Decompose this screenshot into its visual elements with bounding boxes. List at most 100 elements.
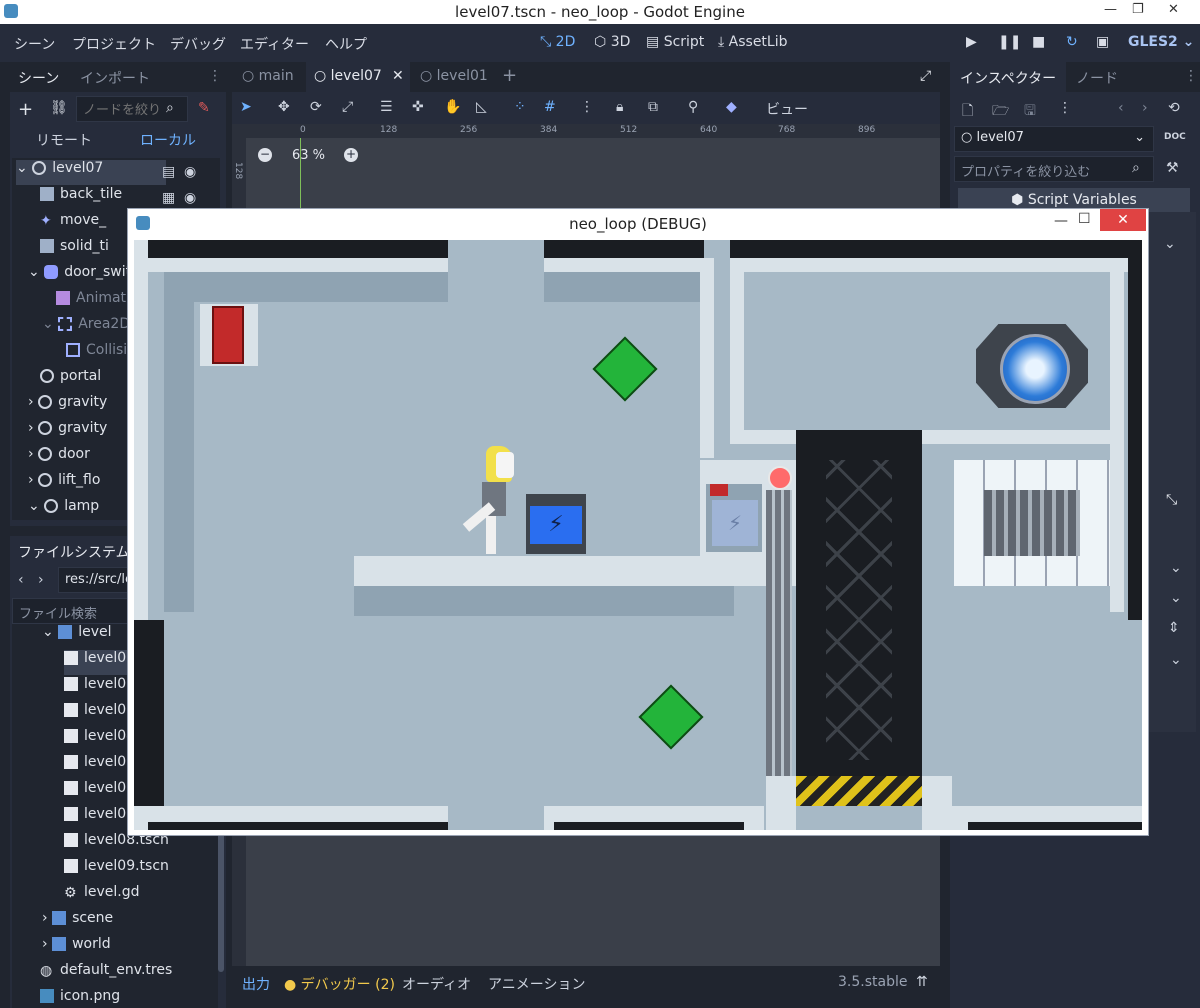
- tree-node-gravity-2[interactable]: › gravity: [28, 420, 107, 445]
- visibility-eye-icon[interactable]: ◉: [184, 190, 196, 206]
- tab-inspector[interactable]: インスペクター: [960, 68, 1056, 88]
- history-icon[interactable]: ⟲: [1168, 100, 1180, 116]
- expand-panel-icon[interactable]: ⇈: [916, 974, 928, 990]
- movie-icon[interactable]: ▣: [1096, 34, 1109, 50]
- resize-icon[interactable]: ⤡: [1166, 492, 1177, 508]
- camera-icon[interactable]: ◆: [726, 99, 737, 115]
- tab-import[interactable]: インポート: [80, 68, 150, 88]
- tree-node-back-tile[interactable]: back_tile: [40, 186, 122, 211]
- mode-3d-button[interactable]: ⬡ 3D: [594, 34, 630, 50]
- add-node-icon[interactable]: +: [18, 99, 33, 120]
- minimize-button[interactable]: —: [1054, 213, 1068, 229]
- save-icon[interactable]: 🖫︎: [1024, 100, 1036, 124]
- tree-node-portal[interactable]: portal: [40, 368, 101, 393]
- menu-debug[interactable]: デバッグ: [170, 34, 226, 54]
- distraction-free-icon[interactable]: ⤢: [920, 68, 931, 84]
- grid-snap-icon[interactable]: #: [544, 99, 556, 115]
- tree-node-door-switch[interactable]: ⌄ door_switc: [28, 264, 139, 289]
- script-attach-icon[interactable]: ✎: [198, 100, 210, 116]
- select-tool-icon[interactable]: ➤: [240, 99, 252, 115]
- mode-script-button[interactable]: ▤ Script: [646, 34, 704, 50]
- history-forward-icon[interactable]: ›: [1142, 100, 1148, 116]
- property-filter-input[interactable]: プロパティを絞り込む: [954, 156, 1154, 182]
- menu-project[interactable]: プロジェクト: [72, 34, 156, 54]
- new-resource-icon[interactable]: 🗋︎: [962, 100, 973, 124]
- play-icon[interactable]: ▶: [966, 34, 977, 50]
- tree-node-gravity-1[interactable]: › gravity: [28, 394, 107, 419]
- dropdown-icon[interactable]: ⌄: [1170, 652, 1182, 668]
- folder-world[interactable]: › world: [42, 936, 111, 961]
- pan-tool-icon[interactable]: ✋: [444, 99, 461, 115]
- open-folder-icon[interactable]: 🗁︎: [992, 100, 1009, 124]
- ruler-tool-icon[interactable]: ◺: [476, 99, 487, 115]
- smart-snap-icon[interactable]: ⁘: [514, 99, 526, 115]
- spinner-icon[interactable]: ⇕: [1168, 620, 1180, 636]
- tree-node-collision[interactable]: Collisi: [66, 342, 127, 367]
- file-level06[interactable]: level06: [64, 780, 135, 805]
- dock-menu-icon[interactable]: ⋮: [208, 68, 222, 84]
- file-level07[interactable]: level07: [64, 806, 135, 831]
- minimize-button[interactable]: —: [1104, 2, 1117, 17]
- file-level09[interactable]: level09.tscn: [64, 858, 169, 883]
- move-tool-icon[interactable]: ✥: [278, 99, 290, 115]
- expand-icon[interactable]: ⌄: [1164, 236, 1176, 252]
- file-level-gd[interactable]: ⚙ level.gd: [64, 884, 140, 909]
- more-icon[interactable]: ⋮: [580, 99, 594, 115]
- history-back-icon[interactable]: ‹: [1118, 100, 1124, 116]
- tab-level07[interactable]: ○ level07 ✕: [306, 62, 410, 92]
- file-level02[interactable]: level02: [64, 676, 135, 701]
- menu-scene[interactable]: シーン: [14, 34, 55, 54]
- script-icon[interactable]: ▤: [162, 164, 175, 180]
- mode-assetlib-button[interactable]: ⤓ AssetLib: [718, 34, 788, 50]
- file-default-env[interactable]: ◍ default_env.tres: [40, 962, 172, 987]
- menu-help[interactable]: ヘルプ: [325, 34, 367, 54]
- dropdown-icon[interactable]: ⌄: [1170, 560, 1182, 576]
- tools-icon[interactable]: ⚒: [1166, 160, 1179, 176]
- folder-level[interactable]: ⌄ level: [42, 624, 111, 649]
- zoom-level[interactable]: 63 %: [292, 148, 325, 163]
- tree-node-lamp[interactable]: ⌄ lamp: [28, 498, 99, 520]
- file-icon-png[interactable]: icon.png: [40, 988, 120, 1008]
- doc-icon[interactable]: DOC: [1164, 132, 1186, 142]
- menu-editor[interactable]: エディター: [240, 34, 309, 54]
- game-viewport[interactable]: ⚡ ⚡: [134, 240, 1142, 830]
- add-tab-icon[interactable]: +: [502, 65, 517, 86]
- tree-node-door[interactable]: › door: [28, 446, 90, 471]
- bone-icon[interactable]: ⚲: [688, 99, 698, 115]
- tab-main[interactable]: ○ main: [242, 68, 294, 84]
- forward-icon[interactable]: ›: [38, 572, 44, 588]
- reload-icon[interactable]: ↻: [1066, 34, 1078, 50]
- tree-node-lift-floor[interactable]: › lift_flo: [28, 472, 100, 497]
- more-icon[interactable]: ⋮: [1058, 100, 1072, 116]
- group-icon[interactable]: ⧉: [648, 99, 658, 115]
- link-icon[interactable]: ⛓: [50, 100, 68, 116]
- close-button[interactable]: ✕: [1168, 2, 1179, 17]
- local-button[interactable]: ローカル: [140, 130, 196, 150]
- tree-node-solid-tile[interactable]: solid_ti: [40, 238, 109, 263]
- close-button[interactable]: ✕: [1100, 209, 1146, 231]
- view-menu[interactable]: ビュー: [766, 99, 808, 119]
- tab-debugger[interactable]: ● デバッガー (2): [284, 974, 395, 994]
- tab-output[interactable]: 出力: [242, 974, 270, 994]
- file-level04[interactable]: level04: [64, 728, 135, 753]
- close-tab-icon[interactable]: ✕: [392, 68, 404, 84]
- zoom-out-icon[interactable]: −: [258, 148, 272, 162]
- instance-icon[interactable]: ▦: [162, 190, 175, 206]
- file-level05[interactable]: level05: [64, 754, 135, 779]
- lock-icon[interactable]: 🔒︎: [616, 99, 623, 115]
- tab-animation[interactable]: アニメーション: [488, 974, 585, 994]
- list-tool-icon[interactable]: ☰: [380, 99, 393, 115]
- maximize-button[interactable]: ☐: [1078, 211, 1091, 227]
- tree-node-level07[interactable]: ⌄ level07: [16, 160, 166, 185]
- file-level03[interactable]: level03: [64, 702, 135, 727]
- mode-2d-button[interactable]: ⤡ 2D: [540, 34, 575, 50]
- tab-scene[interactable]: シーン: [18, 68, 59, 88]
- scale-tool-icon[interactable]: ⤢: [342, 99, 353, 115]
- renderer-select[interactable]: GLES2 ⌄: [1128, 34, 1194, 50]
- zoom-in-icon[interactable]: +: [344, 148, 358, 162]
- remote-button[interactable]: リモート: [36, 130, 92, 150]
- dropdown-icon[interactable]: ⌄: [1170, 590, 1182, 606]
- inspected-node-select[interactable]: ○ level07 ⌄: [954, 126, 1154, 152]
- visibility-eye-icon[interactable]: ◉: [184, 164, 196, 180]
- dock-menu-icon[interactable]: ⋮: [1184, 68, 1198, 84]
